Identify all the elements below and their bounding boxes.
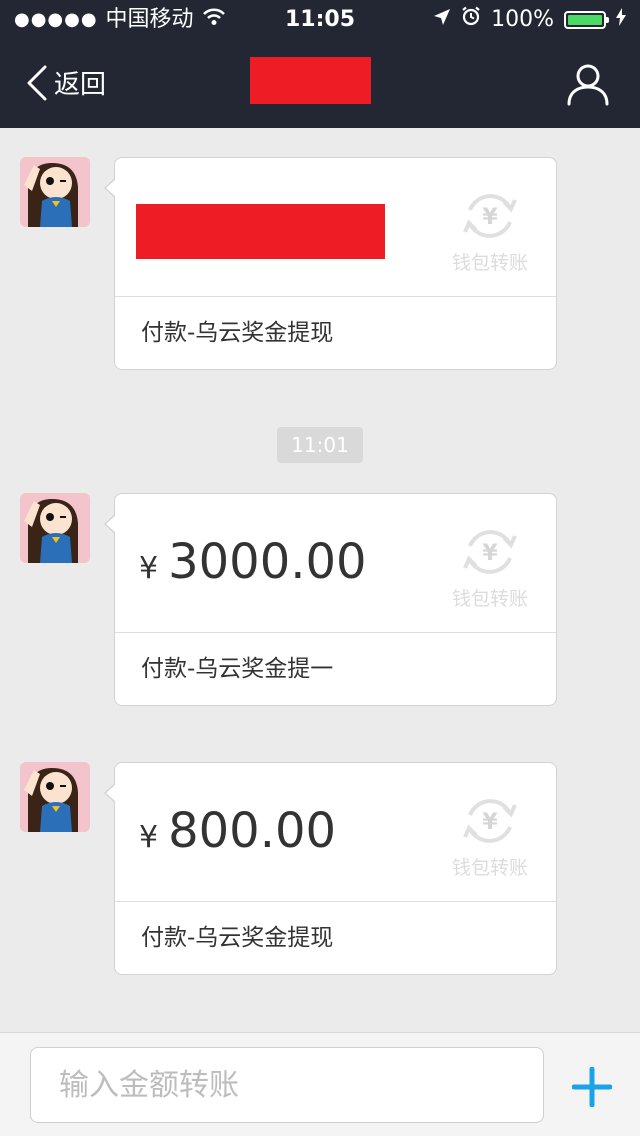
svg-text:¥: ¥ <box>482 205 498 230</box>
timestamp-chip: 11:01 <box>277 427 363 463</box>
avatar[interactable] <box>20 157 90 227</box>
back-label: 返回 <box>54 70 107 100</box>
composer-bar <box>0 1032 640 1136</box>
charging-bolt-icon <box>616 0 626 40</box>
navigation-bar: 返回 <box>0 40 640 128</box>
transfer-amount: ¥ 3000.00 <box>139 534 367 590</box>
avatar[interactable] <box>20 493 90 563</box>
transfer-message-card[interactable]: ¥ 800.00 ¥ 钱包转账 付款-乌云奖金提现 <box>104 762 557 975</box>
nav-title-redacted <box>250 57 371 104</box>
avatar[interactable] <box>20 762 90 832</box>
transfer-note: 付款-乌云奖金提现 <box>141 320 334 346</box>
amount-input[interactable] <box>30 1047 544 1123</box>
wallet-transfer-watermark: ¥ 钱包转账 <box>448 186 532 275</box>
amount-value: 800.00 <box>168 803 337 859</box>
person-icon[interactable] <box>566 62 610 110</box>
wallet-transfer-watermark: ¥ 钱包转账 <box>448 791 532 880</box>
amount-value: 3000.00 <box>168 534 367 590</box>
battery-fill <box>568 15 602 25</box>
wallet-transfer-watermark: ¥ 钱包转账 <box>448 522 532 611</box>
battery-icon <box>564 11 609 29</box>
alarm-icon <box>461 0 481 40</box>
transfer-message-card[interactable]: ¥ 3000.00 ¥ 钱包转账 付款-乌云奖金提一 <box>104 493 557 706</box>
transfer-message-card[interactable]: ¥ 钱包转账 付款-乌云奖金提现 <box>104 157 557 370</box>
location-arrow-icon <box>433 0 451 40</box>
transfer-note: 付款-乌云奖金提现 <box>141 925 334 951</box>
yen-transfer-icon: ¥ <box>463 799 517 843</box>
transfer-note: 付款-乌云奖金提一 <box>141 656 334 682</box>
status-bar: ●●●●● 中国移动 11:05 100% <box>0 0 640 40</box>
battery-percent: 100% <box>491 7 554 32</box>
yen-transfer-icon: ¥ <box>463 194 517 238</box>
yen-symbol: ¥ <box>139 820 159 855</box>
amount-redacted <box>136 204 385 259</box>
svg-text:¥: ¥ <box>482 810 498 835</box>
back-button[interactable]: 返回 <box>26 64 106 101</box>
yen-symbol: ¥ <box>139 551 159 586</box>
plus-icon[interactable] <box>571 1066 613 1108</box>
chevron-left-icon <box>27 65 47 100</box>
svg-text:¥: ¥ <box>482 541 498 566</box>
top-header: ●●●●● 中国移动 11:05 100% 返回 <box>0 0 640 128</box>
transfer-amount: ¥ 800.00 <box>139 803 336 859</box>
yen-transfer-icon: ¥ <box>463 530 517 574</box>
